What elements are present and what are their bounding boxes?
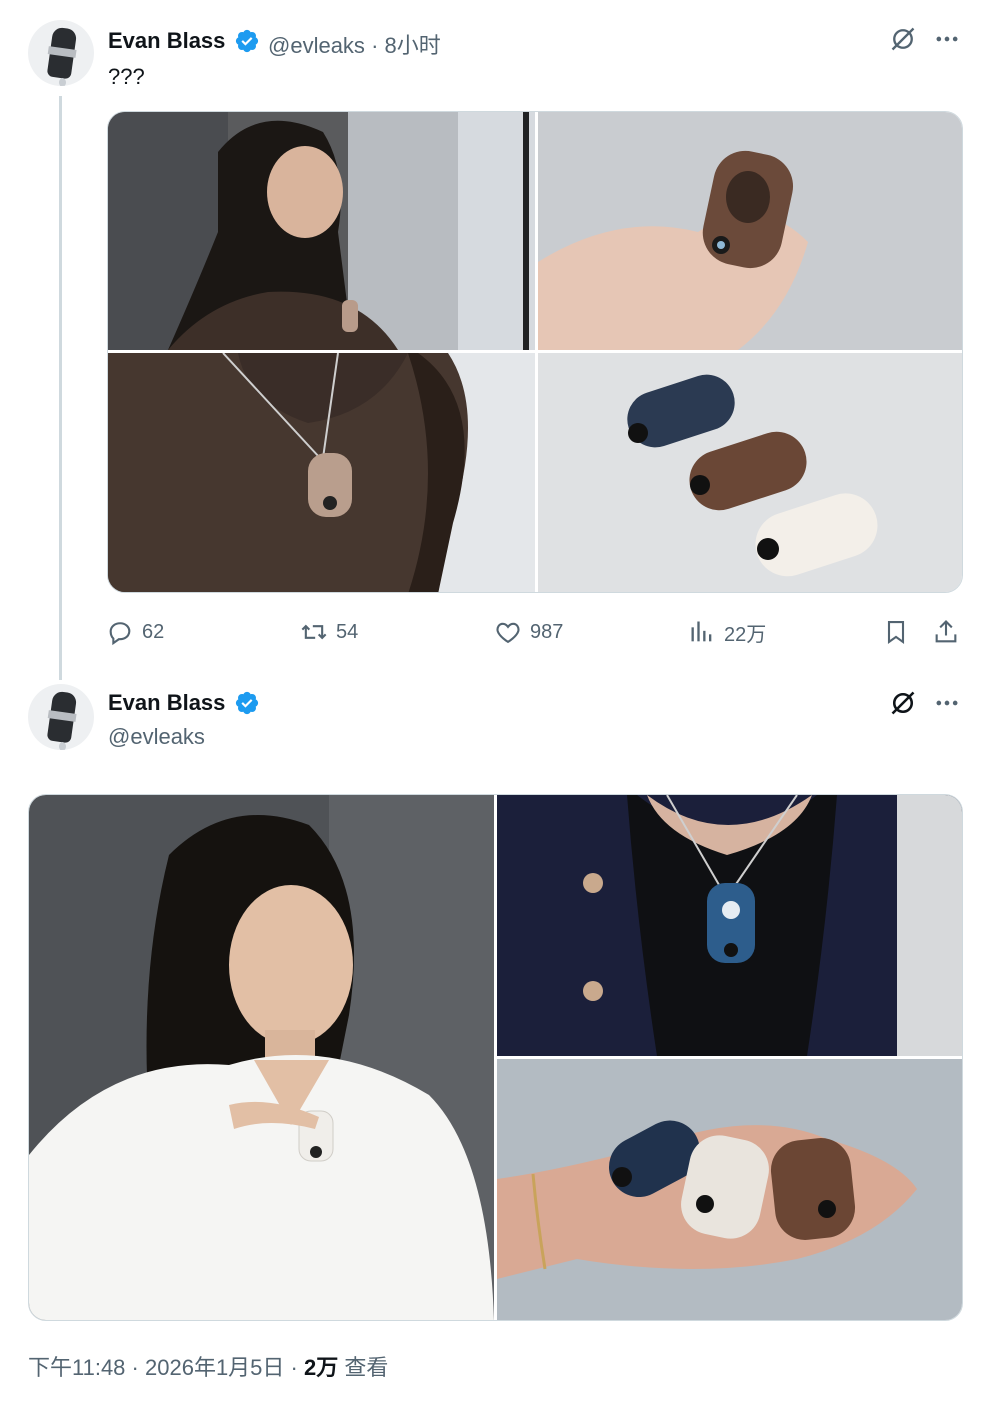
share-button[interactable] [932, 612, 960, 652]
more-icon [936, 700, 958, 706]
photo-hand-device[interactable] [538, 112, 962, 350]
reply-count: 62 [142, 620, 165, 643]
reply-button[interactable]: 62 [106, 612, 164, 652]
author-handle[interactable]: @evleaks [108, 724, 205, 750]
views-total: 2万 [304, 1355, 339, 1380]
photo-woman-window[interactable] [108, 112, 535, 350]
avatar[interactable] [28, 684, 94, 750]
photo-three-devices[interactable] [538, 353, 962, 592]
tweet-time[interactable]: 8小时 [385, 33, 441, 58]
author-handle[interactable]: @evleaks [268, 33, 365, 58]
meta-separator: · [290, 1355, 298, 1380]
avatar-device-graphic [46, 690, 78, 744]
more-options-button[interactable] [930, 686, 964, 720]
views-icon [691, 621, 712, 642]
photo-woman-white-shirt[interactable] [29, 795, 494, 1320]
verified-icon [235, 691, 259, 715]
tweet-time[interactable]: 下午11:48 [28, 1355, 125, 1380]
avatar[interactable] [28, 20, 94, 86]
bookmark-button[interactable] [882, 612, 910, 652]
author-name[interactable]: Evan Blass [108, 28, 225, 54]
tweet-text: ??? [108, 64, 145, 89]
photo-cardigan-pendant[interactable] [497, 795, 962, 1056]
thread-connector-line [59, 96, 62, 680]
meta-separator: · [371, 33, 379, 58]
grok-icon [891, 27, 915, 51]
more-options-button[interactable] [930, 22, 964, 56]
like-count: 987 [530, 620, 564, 643]
reply-icon [109, 622, 131, 646]
photo-palm-three-devices[interactable] [497, 1059, 962, 1320]
author-name[interactable]: Evan Blass [108, 690, 225, 716]
media-grid [28, 794, 963, 1321]
media-grid [107, 111, 963, 593]
views-button[interactable]: 22万 [688, 612, 766, 652]
bookmark-icon [887, 621, 905, 644]
tweet-actions: 62 54 987 22万 [106, 612, 966, 652]
meta-separator: · [131, 1355, 139, 1380]
more-icon [936, 36, 958, 42]
grok-button[interactable] [886, 22, 920, 56]
views-count: 22万 [724, 623, 767, 646]
retweet-button[interactable]: 54 [300, 612, 358, 652]
tweet-meta: 下午11:48 · 2026年1月5日 · 2万 查看 [28, 1350, 388, 1382]
retweet-count: 54 [336, 620, 359, 643]
avatar-device-graphic [46, 26, 78, 80]
like-icon [496, 622, 520, 644]
views-label: 查看 [344, 1355, 389, 1380]
like-button[interactable]: 987 [494, 612, 563, 652]
grok-button[interactable] [886, 686, 920, 720]
tweet-date[interactable]: 2026年1月5日 [145, 1355, 284, 1380]
grok-icon [891, 691, 915, 715]
share-icon [935, 620, 957, 643]
photo-sweater-pendant[interactable] [108, 353, 535, 592]
verified-icon [235, 29, 259, 53]
retweet-icon [301, 624, 327, 640]
